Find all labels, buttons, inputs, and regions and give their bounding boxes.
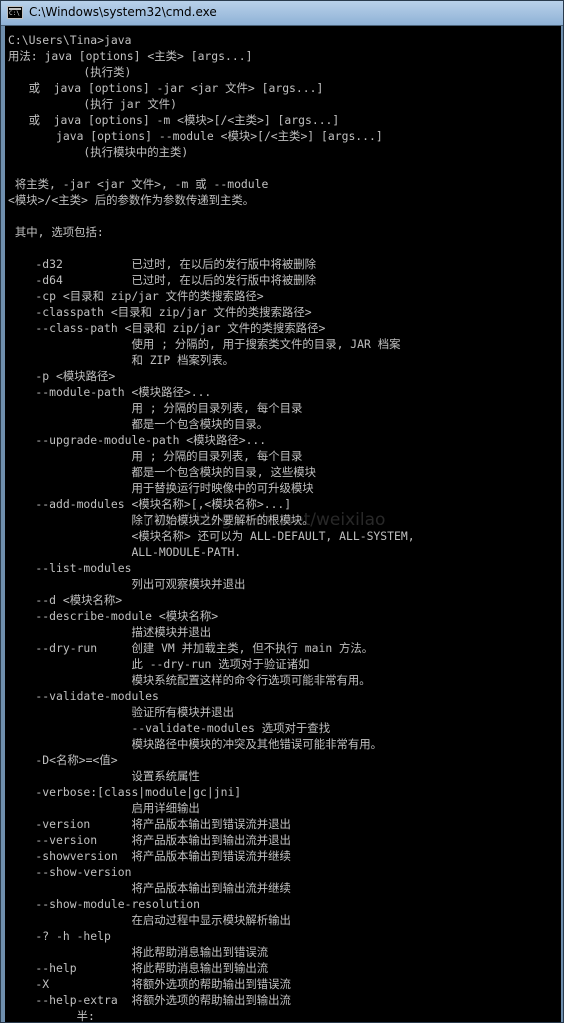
console-line: (执行模块中的主类) (8, 145, 189, 159)
console-line: 启用详细输出 (8, 801, 200, 815)
console-line: --validate-modules 选项对于查找 (8, 721, 331, 735)
console-line: --list-modules (8, 561, 132, 575)
console-line: --upgrade-module-path <模块路径>... (8, 433, 267, 447)
console-line: -X 将额外选项的帮助输出到错误流 (8, 977, 291, 991)
console-line: C:\Users\Tina>java (8, 33, 132, 47)
console-line: --add-modules <模块名称>[,<模块名称>...] (8, 497, 292, 511)
console-line: 在启动过程中显示模块解析输出 (8, 913, 291, 927)
console-line: 用于替换运行时映像中的可升级模块 (8, 481, 314, 495)
console-line: --module-path <模块路径>... (8, 385, 212, 399)
console-line: (执行类) (8, 65, 132, 79)
console-line: --validate-modules (8, 689, 159, 703)
console-line: -verbose:[class|module|gc|jni] (8, 785, 242, 799)
console-line: 验证所有模块并退出 (8, 705, 234, 719)
console-line: 或 java [options] -jar <jar 文件> [args...] (8, 81, 324, 95)
console-line: -d64 已过时, 在以后的发行版中将被删除 (8, 273, 317, 287)
console-line: --help-extra 将额外选项的帮助输出到输出流 (8, 993, 291, 1007)
console-line: 模块系统配置这样的命令行选项可能非常有用。 (8, 673, 371, 687)
console-line: 用法: java [options] <主类> [args...] (8, 49, 253, 63)
console-line: 和 ZIP 档案列表。 (8, 353, 235, 367)
console-line: 模块路径中模块的冲突及其他错误可能非常有用。 (8, 737, 383, 751)
console-line: 设置系统属性 (8, 769, 200, 783)
console-line: ALL-MODULE-PATH. (8, 545, 242, 559)
cmd-window: C:\Windows\system32\cmd.exe C:\Users\Tin… (0, 0, 564, 1023)
console-line: -cp <目录和 zip/jar 文件的类搜索路径> (8, 289, 264, 303)
console-line: 除了初始模块之外要解析的根模块。 (8, 513, 314, 527)
console-line: 将产品版本输出到输出流并继续 (8, 881, 291, 895)
console-line: (执行 jar 文件) (8, 97, 178, 111)
console-line: 此 --dry-run 选项对于验证诸如 (8, 657, 310, 671)
console-line: java [options] --module <模块>[/<主类>] [arg… (8, 129, 383, 143)
console-line: --d <模块名称> (8, 593, 123, 607)
console-line: 半: (8, 1009, 95, 1022)
console-line: --help 将此帮助消息输出到输出流 (8, 961, 269, 975)
console-line: -p <模块路径> (8, 369, 116, 383)
console-output: C:\Users\Tina>java 用法: java [options] <主类… (8, 32, 415, 1022)
console-line: 使用 ; 分隔的, 用于搜索类文件的目录, JAR 档案 (8, 337, 401, 351)
console-line: <模块>/<主类> 后的参数作为参数传递到主类。 (8, 193, 255, 207)
console-line: <模块名称> 还可以为 ALL-DEFAULT, ALL-SYSTEM, (8, 529, 415, 543)
console-line: -showversion 将产品版本输出到错误流并继续 (8, 849, 291, 863)
console-line: -version 将产品版本输出到错误流并退出 (8, 817, 291, 831)
console-line: 都是一个包含模块的目录, 这些模块 (8, 465, 317, 479)
console-line: --show-version (8, 865, 132, 879)
title-bar[interactable]: C:\Windows\system32\cmd.exe (1, 1, 563, 26)
cmd-icon (7, 6, 23, 19)
console-line: 描述模块并退出 (8, 625, 212, 639)
console-line: --version 将产品版本输出到输出流并退出 (8, 833, 291, 847)
console-line: -D<名称>=<值> (8, 753, 118, 767)
console-area[interactable]: C:\Users\Tina>java 用法: java [options] <主类… (5, 26, 561, 1022)
console-line: 其中, 选项包括: (8, 225, 104, 239)
console-line: -? -h -help (8, 929, 111, 943)
console-line: 用 ; 分隔的目录列表, 每个目录 (8, 449, 303, 463)
console-line: -classpath <目录和 zip/jar 文件的类搜索路径> (8, 305, 312, 319)
console-line: 用 ; 分隔的目录列表, 每个目录 (8, 401, 303, 415)
console-line: 都是一个包含模块的目录。 (8, 417, 269, 431)
console-line: -d32 已过时, 在以后的发行版中将被删除 (8, 257, 317, 271)
window-title: C:\Windows\system32\cmd.exe (29, 5, 217, 19)
console-line: 列出可观察模块并退出 (8, 577, 246, 591)
console-line: --describe-module <模块名称> (8, 609, 219, 623)
console-line: --dry-run 创建 VM 并加载主类, 但不执行 main 方法。 (8, 641, 374, 655)
console-line: 或 java [options] -m <模块>[/<主类>] [args...… (8, 113, 340, 127)
console-line: --class-path <目录和 zip/jar 文件的类搜索路径> (8, 321, 326, 335)
console-line: 将主类, -jar <jar 文件>, -m 或 --module (8, 177, 269, 191)
console-line: 将此帮助消息输出到错误流 (8, 945, 269, 959)
console-line: --show-module-resolution (8, 897, 201, 911)
